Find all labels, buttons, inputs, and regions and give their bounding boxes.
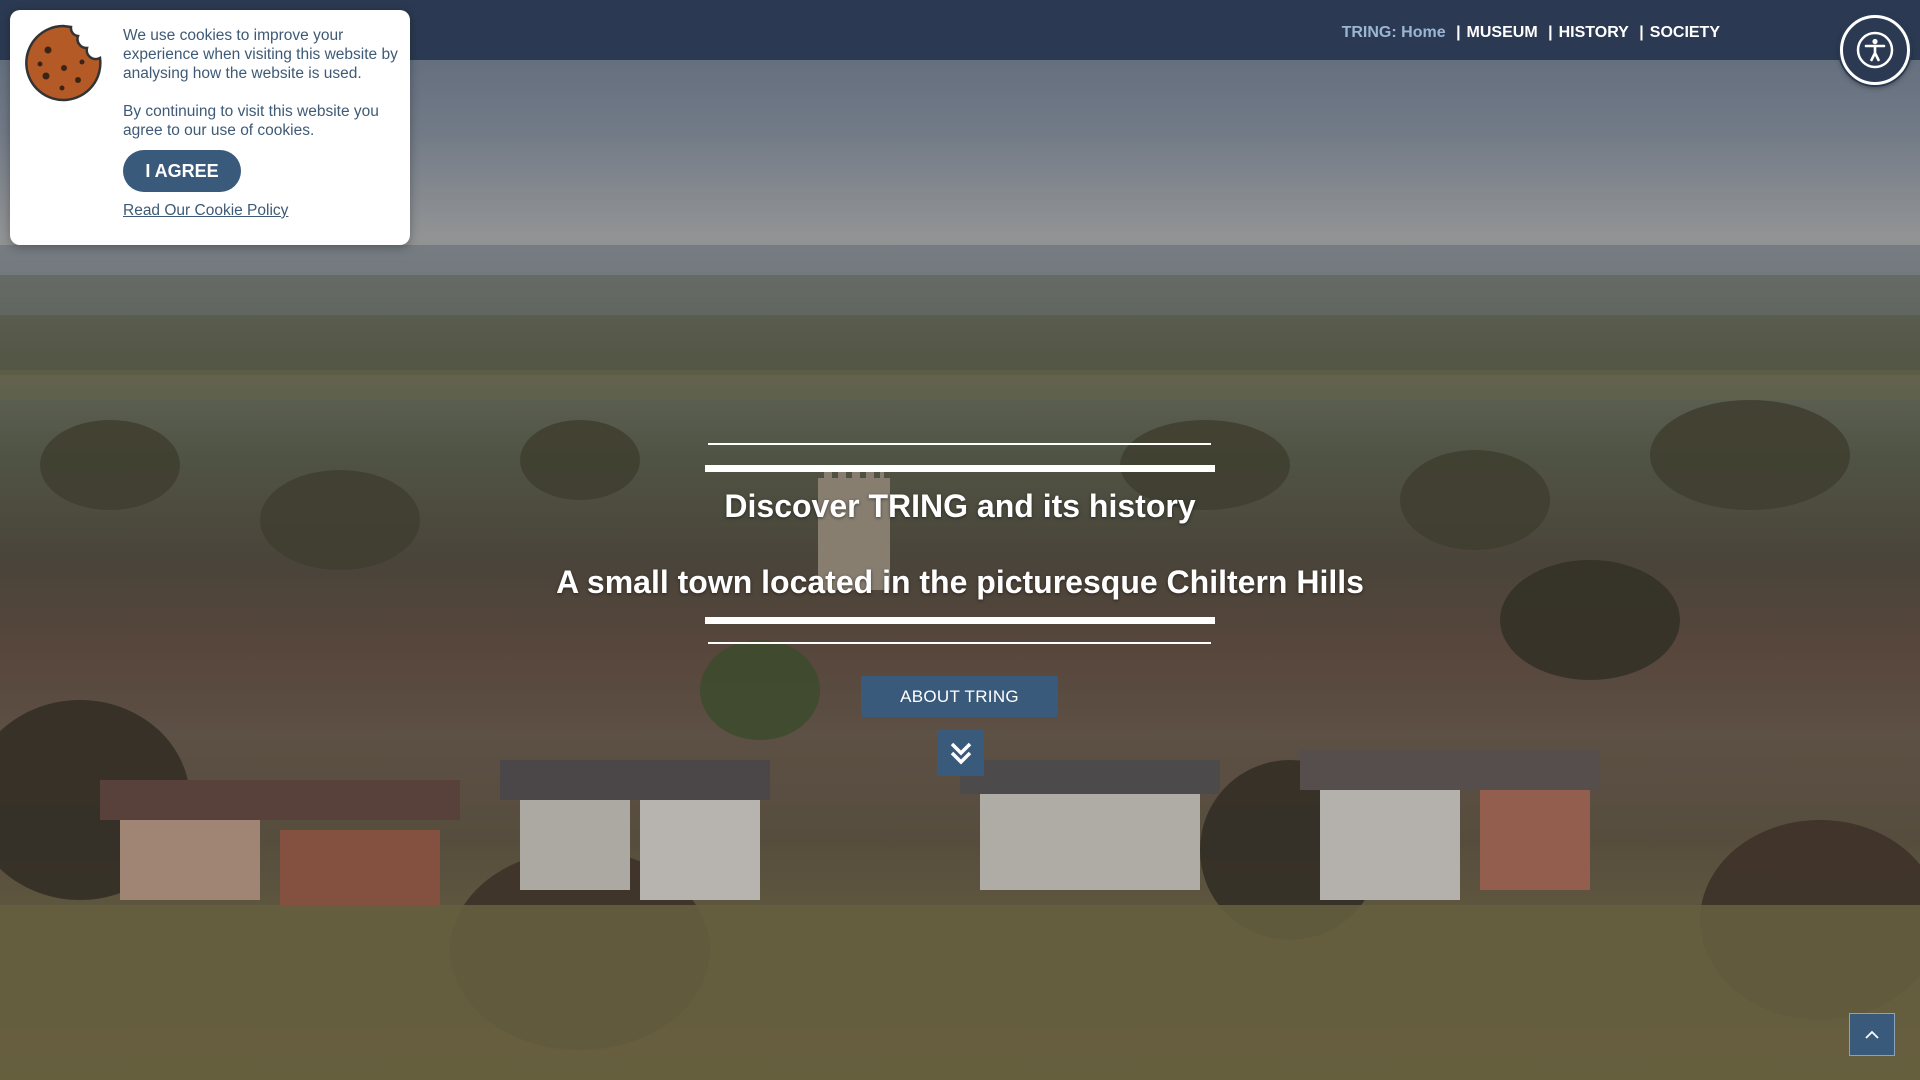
cookie-text-1: We use cookies to improve your experienc…	[123, 27, 398, 82]
back-to-top-button[interactable]	[1849, 1013, 1895, 1056]
double-chevron-down-icon	[950, 742, 971, 764]
decorative-line	[708, 443, 1211, 445]
accessibility-icon	[1856, 31, 1894, 69]
decorative-line	[705, 465, 1215, 472]
decorative-line	[708, 642, 1211, 644]
nav-separator: |	[1639, 24, 1644, 41]
accessibility-button[interactable]	[1840, 15, 1910, 85]
nav-item-society[interactable]: SOCIETY	[1650, 24, 1720, 42]
hero-subtitle: A small town located in the picturesque …	[556, 564, 1364, 600]
nav-item-history[interactable]: HISTORY	[1559, 24, 1629, 42]
nav-separator: |	[1548, 24, 1553, 41]
cookie-text-2: By continuing to visit this website you …	[123, 103, 379, 139]
nav-separator: |	[1456, 24, 1461, 41]
decorative-line	[705, 617, 1215, 624]
agree-button[interactable]: I AGREE	[123, 150, 241, 192]
chevron-up-icon	[1865, 1030, 1879, 1039]
nav-brand-label: TRING:	[1341, 24, 1397, 41]
cookie-consent-popup: We use cookies to improve your experienc…	[10, 10, 410, 245]
about-tring-button[interactable]: ABOUT TRING	[861, 676, 1058, 717]
cookie-icon	[25, 24, 102, 102]
hero-title: Discover TRING and its history	[724, 488, 1196, 524]
cookie-message: We use cookies to improve your experienc…	[123, 26, 398, 159]
nav-item-home[interactable]: Home	[1401, 24, 1445, 42]
scroll-down-button[interactable]	[937, 729, 984, 776]
nav-item-museum[interactable]: MUSEUM	[1467, 24, 1538, 42]
cookie-policy-link[interactable]: Read Our Cookie Policy	[123, 202, 288, 220]
main-nav: TRING: Home | MUSEUM | HISTORY | SOCIETY	[1342, 24, 1720, 42]
